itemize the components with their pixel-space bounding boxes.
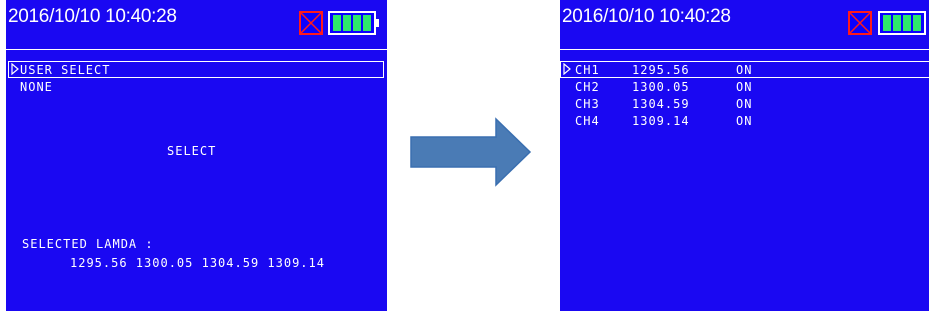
datetime-label: 2016/10/10 10:40:28 [8,6,177,27]
datetime-label: 2016/10/10 10:40:28 [562,6,731,27]
select-label: SELECT [167,144,217,158]
channel-value: 1309.14 [632,114,690,128]
battery-icon [878,11,926,35]
selected-lamda-label: SELECTED LAMDA : [22,237,154,251]
no-signal-icon [299,11,323,35]
channel-value: 1304.59 [632,97,690,111]
left-device-screen: 2016/10/10 10:40:28 USER SELECT NONE SEL… [6,0,387,311]
caret-icon [563,63,571,75]
menu-item-none[interactable]: NONE [20,80,53,94]
battery-icon [328,11,376,35]
right-device-screen: 2016/10/10 10:40:28 CH1 1295.56 ON CH2 1… [560,0,929,311]
menu-item-user-select[interactable]: USER SELECT [20,63,110,77]
header-divider [6,49,387,50]
channel-name[interactable]: CH3 [575,97,600,111]
channel-value: 1295.56 [632,63,690,77]
header-divider [560,49,929,50]
channel-value: 1300.05 [632,80,690,94]
channel-state[interactable]: ON [736,80,752,94]
battery-tip [376,19,379,27]
channel-name[interactable]: CH2 [575,80,600,94]
channel-state[interactable]: ON [736,97,752,111]
channel-name[interactable]: CH4 [575,114,600,128]
no-signal-icon [848,11,872,35]
selected-lamda-values: 1295.56 1300.05 1304.59 1309.14 [70,256,325,270]
arrow-right-icon [410,117,532,187]
caret-icon [11,63,19,75]
channel-name[interactable]: CH1 [575,63,600,77]
channel-state[interactable]: ON [736,63,752,77]
channel-state[interactable]: ON [736,114,752,128]
